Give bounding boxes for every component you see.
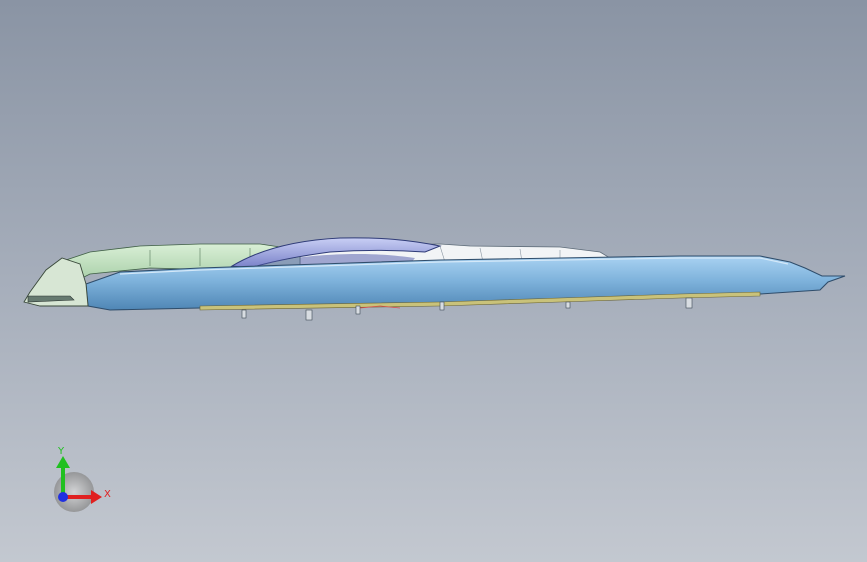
z-axis-dot xyxy=(58,492,68,502)
coordinate-triad-icon: Y X xyxy=(54,446,111,512)
x-axis-label: X xyxy=(104,489,111,500)
graphics-viewport[interactable]: Y X xyxy=(0,0,867,562)
triad-disc xyxy=(54,472,94,512)
model-assembly[interactable] xyxy=(23,237,846,321)
y-axis-head xyxy=(56,456,70,468)
y-axis-label: Y xyxy=(57,446,65,457)
model-canvas[interactable]: Y X xyxy=(0,0,867,562)
x-axis-head xyxy=(91,490,102,504)
